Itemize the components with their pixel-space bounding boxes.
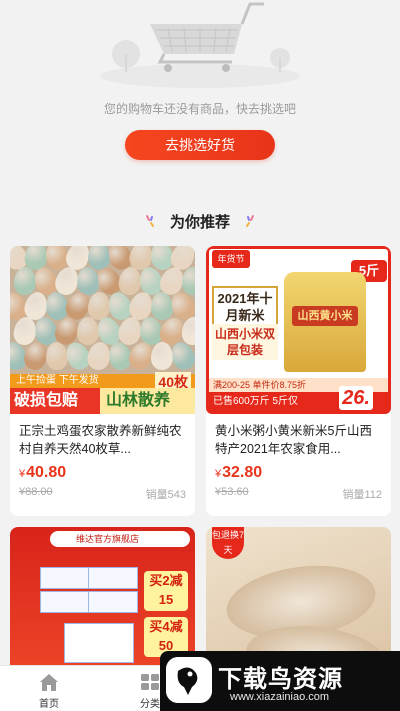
product-price: ¥40.80 (10, 460, 195, 482)
recommend-header: 为你推荐 (0, 210, 400, 232)
egg-graphic (149, 291, 175, 321)
shop-name-label: 维达官方旗舰店 (50, 531, 190, 547)
sales-count: 销量543 (145, 489, 186, 501)
sparkle-left-icon (145, 215, 154, 227)
empty-cart-section: 您的购物车还没有商品，快去挑选吧 去挑选好货 (0, 0, 400, 180)
watermark-title: 下载鸟资源 (218, 666, 343, 693)
sales-count: 销量112 (342, 489, 382, 501)
product-price: ¥32.80 (206, 460, 391, 482)
original-price: ¥88.00 (19, 486, 53, 498)
product-title: 正宗土鸡蛋农家散养新鲜纯农村自养天然40枚草... (19, 424, 182, 456)
product-title: 黄小米粥小黄米新米5斤山西特产2021年农家食用... (215, 424, 372, 456)
price-value: 32.80 (222, 464, 263, 481)
festival-tag: 年货节 (212, 250, 250, 268)
watermark: 下载鸟资源 www.xiazainiao.com (160, 651, 400, 711)
home-icon (40, 674, 58, 691)
egg-banner-right: 山林散养 (100, 388, 195, 414)
tab-label: 分类 (140, 699, 160, 710)
tab-home[interactable]: 首页 (19, 666, 79, 711)
tissue-pack (64, 623, 134, 663)
egg-graphic (180, 316, 195, 346)
currency-symbol: ¥ (215, 468, 222, 480)
watermark-url: www.xiazainiao.com (230, 691, 330, 703)
product-card[interactable]: 上午捡蛋 下午发货 40枚 破损包赔 山林散养 正宗土鸡蛋农家散养新鲜纯农村自养… (10, 246, 195, 516)
product-image: 年货节 5斤 2021年十月新米 山西小米双层包装 山西黄小米 满200-25 … (206, 246, 391, 414)
currency-symbol: ¥ (19, 468, 26, 480)
tab-label: 首页 (39, 699, 59, 710)
go-shopping-button[interactable]: 去挑选好货 (125, 130, 275, 160)
rice-price-badge: 26. (339, 386, 373, 410)
sale-badge: 买2减15 (144, 571, 188, 611)
sparkle-right-icon (246, 215, 254, 227)
egg-graphic (150, 341, 174, 371)
product-meta: ¥53.60 销量112 (206, 482, 391, 502)
return-policy-tag: 包退换7天 (212, 527, 244, 559)
category-icon (141, 674, 159, 690)
price-value: 40.80 (26, 464, 67, 481)
egg-graphic (45, 341, 69, 371)
empty-cart-message: 您的购物车还没有商品，快去挑选吧 (103, 102, 296, 116)
egg-banner-left: 破损包赔 (14, 392, 79, 409)
product-image: 上午捡蛋 下午发货 40枚 破损包赔 山林散养 (10, 246, 195, 414)
product-meta: ¥88.00 销量543 (10, 482, 195, 502)
tissue-pack (40, 591, 90, 613)
original-price: ¥53.60 (215, 486, 249, 498)
egg-graphic (181, 266, 195, 296)
egg-banner-bottom: 破损包赔 山林散养 (10, 388, 195, 414)
tissue-pack (88, 591, 138, 613)
tissue-pack (88, 567, 138, 589)
rice-bag-label: 山西黄小米 (292, 306, 358, 326)
recommend-title: 为你推荐 (169, 213, 230, 231)
empty-cart-illustration (100, 2, 300, 88)
rice-year-label: 2021年十月新米 (212, 286, 278, 328)
tissue-pack (40, 567, 90, 589)
egg-graphic (13, 266, 37, 296)
product-card[interactable]: 年货节 5斤 2021年十月新米 山西小米双层包装 山西黄小米 满200-25 … (206, 246, 391, 516)
bird-logo-icon (166, 657, 212, 703)
rice-name-label: 山西小米双层包装 (212, 324, 278, 360)
egg-graphic (77, 317, 99, 345)
